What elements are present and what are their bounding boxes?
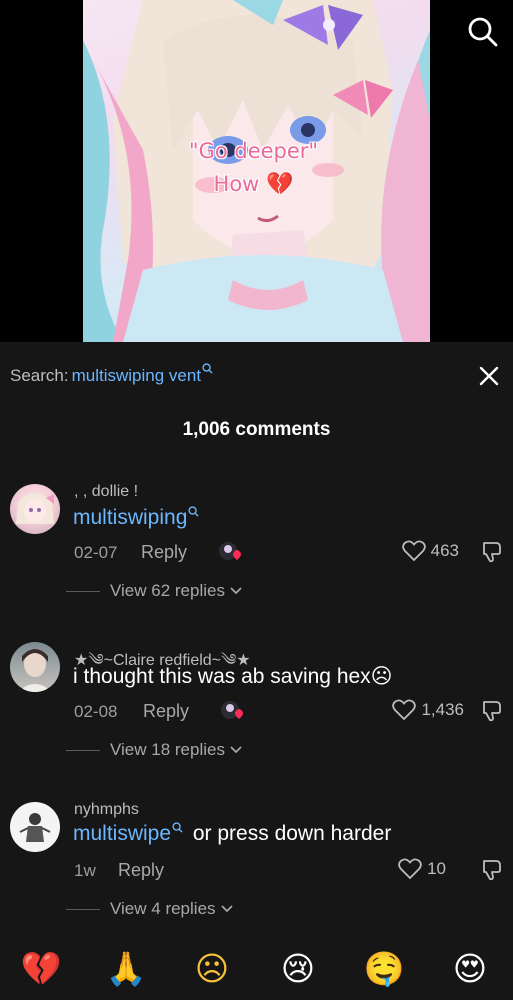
divider <box>66 908 100 910</box>
like-count: 10 <box>427 859 446 878</box>
comment-date: 02-07 <box>74 543 118 562</box>
divider <box>66 749 100 751</box>
emoji-drooling[interactable]: 🤤 <box>362 947 406 991</box>
emoji-broken-heart[interactable]: 💔 <box>19 947 63 991</box>
related-search[interactable]: Search: multiswiping vent <box>10 363 213 386</box>
search-label: Search: <box>10 366 69 385</box>
emoji-heart-eyes[interactable]: 😍 <box>448 947 492 991</box>
comment-username[interactable]: nyhmphs <box>74 801 139 819</box>
like-count: 463 <box>430 541 459 560</box>
video-player[interactable]: "Go deeper" How 💔 <box>0 0 513 342</box>
reply-button[interactable]: Reply <box>141 542 187 563</box>
comment-body: or press down harder <box>192 822 392 845</box>
anime-girl-artwork <box>83 0 430 342</box>
broken-heart-emoji: 💔 <box>266 172 294 197</box>
video-overlay-caption-2: How 💔 <box>83 172 427 197</box>
search-mini-icon <box>172 822 183 833</box>
reply-button[interactable]: Reply <box>118 860 164 881</box>
like-button[interactable]: 463 <box>401 540 459 562</box>
creator-liked-badge <box>221 701 243 719</box>
view-replies-label: View 62 replies <box>110 581 225 600</box>
comment-count: 1,006 comments <box>182 419 331 440</box>
like-count: 1,436 <box>421 700 464 719</box>
hashtag-link[interactable]: multiswipe <box>73 822 171 845</box>
heart-icon <box>398 858 422 880</box>
search-mini-icon <box>188 506 199 517</box>
reply-button[interactable]: Reply <box>143 701 189 722</box>
search-mini-icon <box>202 363 213 374</box>
search-term-link[interactable]: multiswiping vent <box>72 366 201 385</box>
emoji-crying[interactable]: 😢 <box>276 947 320 991</box>
comment-text: multiswiping <box>73 506 199 530</box>
chevron-down-icon <box>230 746 242 754</box>
avatar[interactable] <box>10 642 60 692</box>
avatar[interactable] <box>10 802 60 852</box>
hashtag-link[interactable]: multiswiping <box>73 506 187 529</box>
avatar-image <box>16 493 54 524</box>
like-button[interactable]: 1,436 <box>392 699 464 721</box>
view-replies-label: View 18 replies <box>110 740 225 759</box>
video-overlay-caption-1: "Go deeper" <box>188 139 319 163</box>
divider <box>66 590 100 592</box>
emoji-quick-bar: 💔 🙏 ☹ 😢 🤤 😍 <box>0 947 513 997</box>
avatar[interactable] <box>10 484 60 534</box>
dislike-icon[interactable] <box>479 699 503 723</box>
view-replies-button[interactable]: View 18 replies <box>66 740 242 760</box>
emoji-pray[interactable]: 🙏 <box>104 947 148 991</box>
like-button[interactable]: 10 <box>398 858 446 880</box>
search-icon[interactable] <box>467 16 499 48</box>
chevron-down-icon <box>230 587 242 595</box>
view-replies-button[interactable]: View 62 replies <box>66 581 242 601</box>
comments-sheet: Search: multiswiping vent 1,006 comments … <box>0 342 513 1000</box>
avatar-image <box>18 649 52 692</box>
creator-liked-badge <box>219 542 241 560</box>
emoji-frown[interactable]: ☹ <box>190 947 234 991</box>
heart-icon <box>392 699 417 721</box>
comment-date: 1w <box>74 861 96 880</box>
dislike-icon[interactable] <box>479 540 503 564</box>
view-replies-button[interactable]: View 4 replies <box>66 899 233 919</box>
heart-icon <box>401 540 426 562</box>
overlay-caption-text: How <box>213 172 260 196</box>
avatar-image <box>19 813 51 842</box>
dislike-icon[interactable] <box>479 858 503 882</box>
comment-date: 02-08 <box>74 702 118 721</box>
comment-username[interactable]: , , dollie ! <box>74 483 138 501</box>
chevron-down-icon <box>220 905 233 913</box>
view-replies-label: View 4 replies <box>110 899 216 918</box>
comment-text: i thought this was ab saving hex☹ <box>73 665 393 688</box>
comment-text: multiswipe or press down harder <box>73 822 391 846</box>
video-thumbnail: "Go deeper" How 💔 <box>83 0 430 342</box>
close-icon[interactable] <box>477 364 501 388</box>
